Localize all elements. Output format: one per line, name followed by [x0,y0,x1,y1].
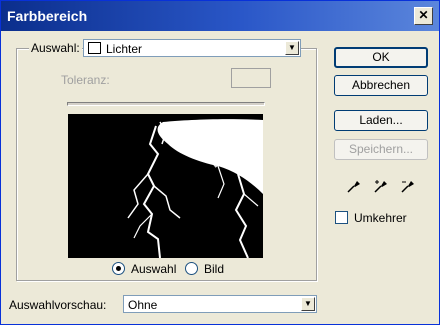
tolerance-field [231,68,271,88]
title-bar[interactable]: Farbbereich ✕ [1,1,439,31]
invert-checkbox[interactable] [335,211,348,224]
preview-radio-image[interactable] [185,262,198,275]
invert-label: Umkehrer [354,211,407,225]
selection-preview-dropdown-value: Ohne [128,298,158,312]
cancel-button[interactable]: Abbrechen [334,75,428,96]
tolerance-label: Toleranz: [61,73,110,87]
eyedropper-minus-icon[interactable] [399,177,417,195]
selection-dropdown-value: Lichter [106,42,143,56]
load-button[interactable]: Laden... [334,110,428,131]
selection-dropdown[interactable]: Lichter ▼ [83,39,301,57]
tolerance-slider [67,102,265,106]
selection-label: Auswahl: [29,41,82,55]
preview-radio-selection-label: Auswahl [131,262,177,276]
color-swatch [88,42,101,54]
selection-preview-dropdown[interactable]: Ohne ▼ [123,295,317,313]
eyedropper-icon[interactable] [345,177,363,195]
color-range-dialog: Farbbereich ✕ Auswahl: Lichter ▼ Toleran… [0,0,440,325]
close-button[interactable]: ✕ [414,7,433,25]
dialog-title: Farbbereich [7,8,88,24]
chevron-down-icon[interactable]: ▼ [285,41,299,55]
eyedropper-plus-icon[interactable] [372,177,390,195]
save-button: Speichern... [334,139,428,160]
selection-preview-image[interactable] [68,114,263,258]
preview-radio-selection[interactable] [112,262,125,275]
preview-radio-image-label: Bild [204,262,225,276]
lightning-preview [68,114,263,258]
ok-button[interactable]: OK [334,47,428,68]
selection-preview-label: Auswahlvorschau: [9,298,107,312]
chevron-down-icon[interactable]: ▼ [301,297,315,311]
